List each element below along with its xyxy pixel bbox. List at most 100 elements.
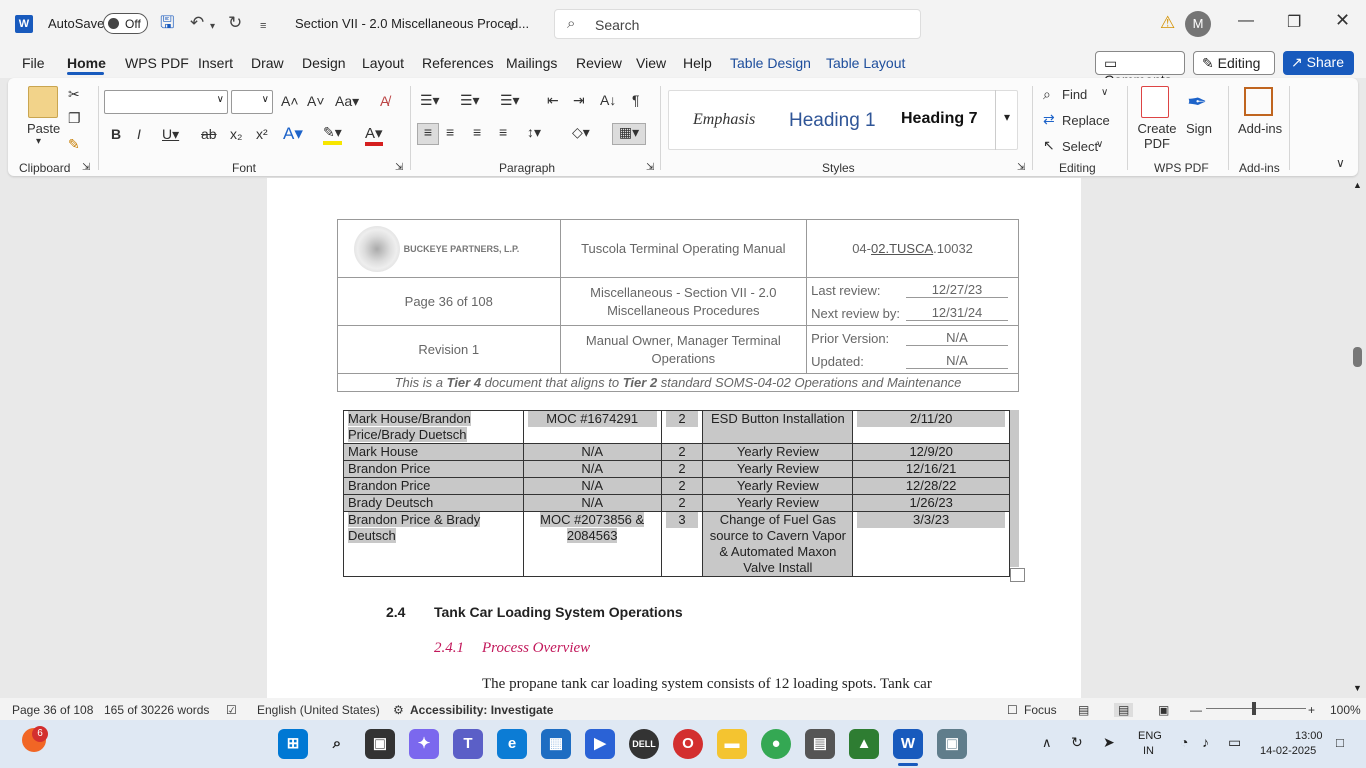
tab-layout[interactable]: Layout (362, 55, 404, 71)
table-cell[interactable]: 12/16/21 (852, 460, 1010, 478)
table-row[interactable]: Brady Deutsch N/A 2 Yearly Review 1/26/2… (343, 494, 1010, 512)
cloud-sync-icon[interactable]: ↻ (1071, 734, 1083, 751)
format-painter-icon[interactable]: ✎ (68, 136, 80, 153)
zoom-out-icon[interactable]: — (1190, 703, 1202, 717)
tab-draw[interactable]: Draw (251, 55, 284, 71)
clipboard-launcher-icon[interactable]: ⇲ (82, 162, 90, 173)
italic-icon[interactable]: I (137, 126, 141, 142)
table-resize-handle[interactable] (1010, 568, 1025, 582)
notifications-icon[interactable]: □ (1336, 735, 1344, 750)
edge-icon[interactable]: e (497, 729, 527, 759)
document-title[interactable]: Section VII - 2.0 Miscellaneous Proced..… (295, 16, 529, 31)
grow-font-icon[interactable]: A˄ (281, 93, 299, 109)
style-heading-7[interactable]: Heading 7 (901, 110, 977, 128)
location-icon[interactable]: ➤ (1103, 734, 1115, 751)
tab-review[interactable]: Review (576, 55, 622, 71)
table-cell[interactable]: 2 (660, 443, 704, 461)
tab-mailings[interactable]: Mailings (506, 55, 557, 71)
strikethrough-icon[interactable]: ab (201, 126, 217, 142)
battery-icon[interactable]: ▭ (1228, 734, 1241, 751)
tab-insert[interactable]: Insert (198, 55, 233, 71)
photos-icon[interactable]: ▲ (849, 729, 879, 759)
focus-button[interactable]: Focus (1024, 703, 1057, 717)
print-layout-icon[interactable]: ▤ (1114, 703, 1134, 717)
clear-formatting-icon[interactable]: A̸ (380, 93, 389, 109)
tab-table-layout[interactable]: Table Layout (826, 55, 905, 71)
shrink-font-icon[interactable]: A˅ (307, 93, 325, 109)
table-cell[interactable]: 12/28/22 (852, 477, 1010, 495)
table-cell[interactable]: N/A (522, 494, 662, 512)
doc-code-link[interactable]: 02.TUSCA (871, 241, 933, 256)
remote-desktop-icon[interactable]: ▣ (937, 729, 967, 759)
align-left-icon[interactable]: ≡ (417, 123, 439, 145)
table-row[interactable]: Mark House/Brandon Price/Brady Duetsch M… (343, 410, 1010, 444)
numbering-icon[interactable]: ☰▾ (460, 92, 480, 109)
font-launcher-icon[interactable]: ⇲ (395, 162, 403, 173)
opera-icon[interactable]: O (673, 729, 703, 759)
select-button[interactable]: Select (1062, 139, 1098, 154)
clock-time[interactable]: 13:00 (1295, 730, 1323, 742)
redo-icon[interactable]: ↻ (228, 13, 242, 33)
table-cell[interactable]: Yearly Review (702, 443, 854, 461)
find-chevron-down-icon[interactable]: ∨ (1101, 87, 1108, 98)
table-cell[interactable]: MOC #1674291 (522, 410, 662, 444)
zoom-in-icon[interactable]: + (1308, 703, 1315, 717)
create-pdf-button[interactable]: Create PDF (1137, 121, 1177, 151)
page-count-status[interactable]: Page 36 of 108 (12, 703, 93, 717)
word-count-status[interactable]: 165 of 30226 words (104, 703, 209, 717)
close-icon[interactable]: ✕ (1335, 10, 1350, 31)
font-color-icon[interactable]: A▾ (365, 124, 383, 146)
teams-icon[interactable]: T (453, 729, 483, 759)
table-cell[interactable]: N/A (522, 477, 662, 495)
table-cell[interactable]: 2 (660, 460, 704, 478)
sign-button[interactable]: Sign (1186, 121, 1212, 136)
styles-more-icon[interactable]: ▾ (995, 90, 1018, 150)
table-cell[interactable]: Brandon Price & Brady Deutsch (343, 511, 524, 577)
table-row[interactable]: Brandon Price N/A 2 Yearly Review 12/16/… (343, 460, 1010, 478)
add-ins-button[interactable]: Add-ins (1238, 121, 1282, 136)
file-explorer-icon[interactable]: ▬ (717, 729, 747, 759)
align-right-icon[interactable]: ≡ (473, 124, 481, 140)
table-cell[interactable]: 2 (660, 477, 704, 495)
multilevel-list-icon[interactable]: ☰▾ (500, 92, 520, 109)
customize-toolbar-icon[interactable]: ≡ (260, 16, 266, 36)
table-cell[interactable]: N/A (522, 460, 662, 478)
table-row[interactable]: Mark House N/A 2 Yearly Review 12/9/20 (343, 443, 1010, 461)
table-cell[interactable]: Brandon Price (343, 477, 524, 495)
table-cell[interactable]: N/A (522, 443, 662, 461)
app-icon[interactable]: ▤ (805, 729, 835, 759)
paragraph-launcher-icon[interactable]: ⇲ (646, 162, 654, 173)
dell-icon[interactable]: DELL (629, 729, 659, 759)
store-icon[interactable]: ▦ (541, 729, 571, 759)
title-chevron-down-icon[interactable]: ∨ (507, 16, 516, 36)
font-name-dropdown[interactable]: ∨ (104, 90, 228, 114)
table-row[interactable]: Brandon Price N/A 2 Yearly Review 12/28/… (343, 477, 1010, 495)
accessibility-status[interactable]: Accessibility: Investigate (410, 703, 553, 717)
scroll-down-icon[interactable]: ▼ (1353, 683, 1362, 693)
table-cell[interactable]: Brady Deutsch (343, 494, 524, 512)
save-icon[interactable]: 🖫 (160, 13, 174, 33)
bold-icon[interactable]: B (111, 126, 121, 142)
tab-design[interactable]: Design (302, 55, 346, 71)
table-cell[interactable]: Yearly Review (702, 460, 854, 478)
word-taskbar-icon[interactable]: W (893, 729, 923, 759)
tab-home[interactable]: Home (67, 55, 106, 71)
revision-history-table[interactable]: Mark House/Brandon Price/Brady Duetsch M… (343, 410, 1010, 577)
scrollbar-thumb[interactable] (1353, 347, 1362, 367)
table-cell[interactable]: 2 (660, 494, 704, 512)
shading-icon[interactable]: ◇▾ (572, 124, 590, 141)
table-cell[interactable]: ESD Button Installation (702, 410, 854, 444)
table-cell[interactable]: 3 (660, 511, 704, 577)
clock-date[interactable]: 14-02-2025 (1260, 745, 1316, 757)
tab-view[interactable]: View (636, 55, 666, 71)
table-cell[interactable]: Yearly Review (702, 477, 854, 495)
paste-icon[interactable] (28, 86, 58, 118)
table-cell[interactable]: Change of Fuel Gas source to Cavern Vapo… (702, 511, 854, 577)
minimize-icon[interactable]: — (1238, 12, 1254, 30)
tab-references[interactable]: References (422, 55, 494, 71)
collapse-ribbon-icon[interactable]: ∨ (1336, 156, 1345, 170)
chevron-up-icon[interactable]: ∧ (1042, 735, 1052, 751)
avatar[interactable]: M (1185, 11, 1211, 37)
table-row[interactable]: Brandon Price & Brady Deutsch MOC #20738… (343, 511, 1010, 577)
add-ins-icon[interactable] (1244, 87, 1273, 116)
